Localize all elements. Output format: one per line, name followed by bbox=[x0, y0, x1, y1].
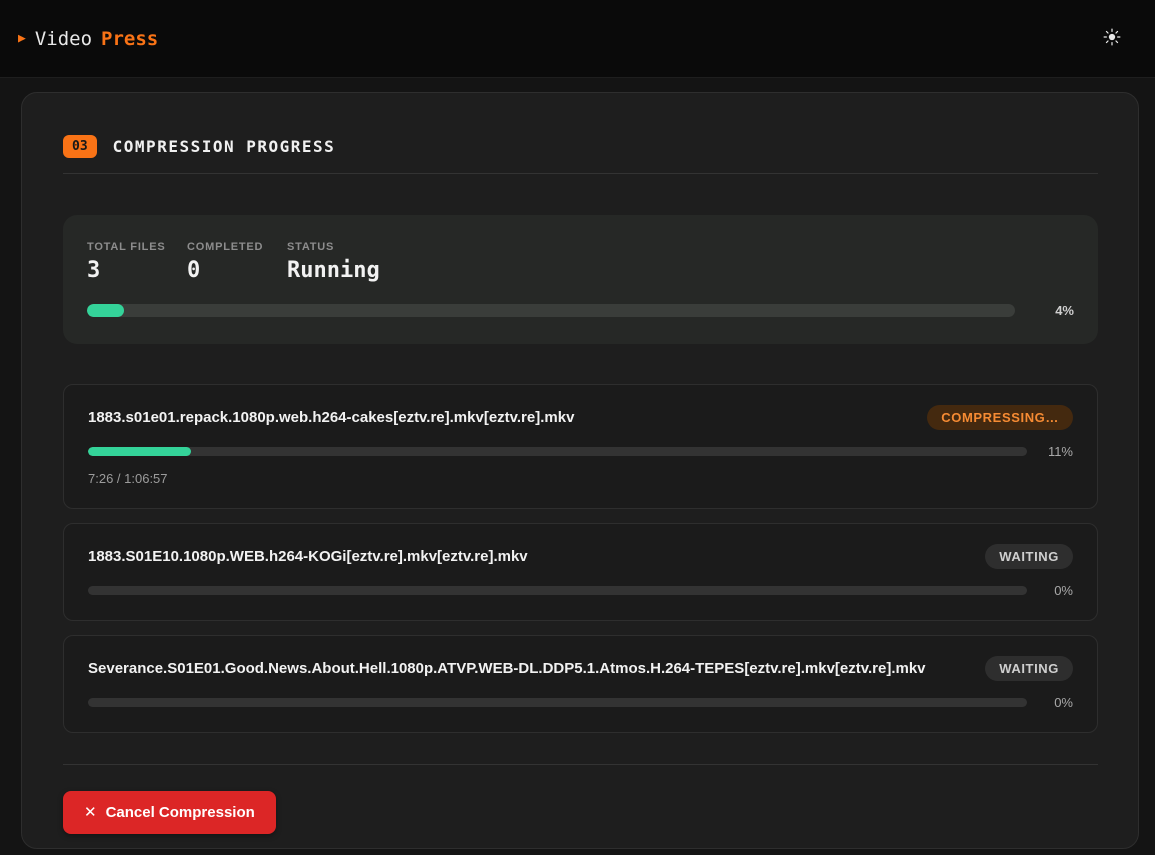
overall-progress-fill bbox=[87, 304, 124, 317]
actions-divider bbox=[63, 764, 1098, 765]
file-head: 1883.S01E10.1080p.WEB.h264-KOGi[eztv.re]… bbox=[88, 544, 1073, 569]
stat-value: 3 bbox=[87, 258, 187, 283]
section-number-badge: 03 bbox=[63, 135, 97, 158]
file-progress-bar bbox=[88, 586, 1027, 595]
summary-panel: TOTAL FILES 3 COMPLETED 0 STATUS Running… bbox=[63, 215, 1098, 344]
section-title: COMPRESSION PROGRESS bbox=[113, 137, 336, 156]
stat-label: TOTAL FILES bbox=[87, 241, 187, 253]
file-progress-fill bbox=[88, 447, 191, 456]
file-time: 7:26 / 1:06:57 bbox=[88, 471, 1073, 486]
logo-text-video: Video bbox=[35, 28, 92, 50]
stat-status: STATUS Running bbox=[287, 241, 380, 283]
file-head: Severance.S01E01.Good.News.About.Hell.10… bbox=[88, 656, 1073, 681]
file-progress-bar bbox=[88, 447, 1027, 456]
section-header: 03 COMPRESSION PROGRESS bbox=[63, 135, 1098, 158]
file-name: 1883.s01e01.repack.1080p.web.h264-cakes[… bbox=[88, 409, 574, 426]
file-progress-row: 0% bbox=[88, 583, 1073, 598]
file-card: 1883.S01E10.1080p.WEB.h264-KOGi[eztv.re]… bbox=[63, 523, 1098, 621]
stat-value: 0 bbox=[187, 258, 287, 283]
play-icon: ▶ bbox=[18, 32, 26, 45]
file-head: 1883.s01e01.repack.1080p.web.h264-cakes[… bbox=[88, 405, 1073, 430]
app-logo: ▶ Video Press bbox=[18, 28, 158, 50]
stat-label: COMPLETED bbox=[187, 241, 287, 253]
close-icon: ✕ bbox=[84, 805, 97, 820]
file-card: 1883.s01e01.repack.1080p.web.h264-cakes[… bbox=[63, 384, 1098, 509]
file-status-badge: COMPRESSING… bbox=[927, 405, 1073, 430]
file-progress-percent: 11% bbox=[1027, 444, 1073, 459]
cancel-button-label: Cancel Compression bbox=[106, 804, 255, 821]
file-progress-percent: 0% bbox=[1027, 695, 1073, 710]
file-name: 1883.S01E10.1080p.WEB.h264-KOGi[eztv.re]… bbox=[88, 548, 528, 565]
stat-total-files: TOTAL FILES 3 bbox=[87, 241, 187, 283]
stat-value: Running bbox=[287, 258, 380, 283]
logo-text-press: Press bbox=[101, 28, 158, 50]
compression-card: 03 COMPRESSION PROGRESS TOTAL FILES 3 CO… bbox=[21, 92, 1139, 849]
file-name: Severance.S01E01.Good.News.About.Hell.10… bbox=[88, 660, 926, 677]
file-progress-row: 0% bbox=[88, 695, 1073, 710]
file-progress-bar bbox=[88, 698, 1027, 707]
stat-completed: COMPLETED 0 bbox=[187, 241, 287, 283]
cancel-compression-button[interactable]: ✕ Cancel Compression bbox=[63, 791, 276, 834]
theme-toggle-button[interactable] bbox=[1099, 24, 1125, 53]
section-divider bbox=[63, 173, 1098, 174]
file-progress-row: 11% bbox=[88, 444, 1073, 459]
file-list: 1883.s01e01.repack.1080p.web.h264-cakes[… bbox=[63, 384, 1098, 733]
overall-progress-bar bbox=[87, 304, 1015, 317]
sun-icon bbox=[1103, 28, 1121, 49]
file-status-badge: WAITING bbox=[985, 656, 1073, 681]
app-header: ▶ Video Press bbox=[0, 0, 1155, 78]
file-status-badge: WAITING bbox=[985, 544, 1073, 569]
stats-row: TOTAL FILES 3 COMPLETED 0 STATUS Running bbox=[87, 241, 1074, 283]
file-card: Severance.S01E01.Good.News.About.Hell.10… bbox=[63, 635, 1098, 733]
overall-progress-percent: 4% bbox=[1015, 303, 1074, 318]
stat-label: STATUS bbox=[287, 241, 380, 253]
file-progress-percent: 0% bbox=[1027, 583, 1073, 598]
overall-progress-row: 4% bbox=[87, 303, 1074, 318]
